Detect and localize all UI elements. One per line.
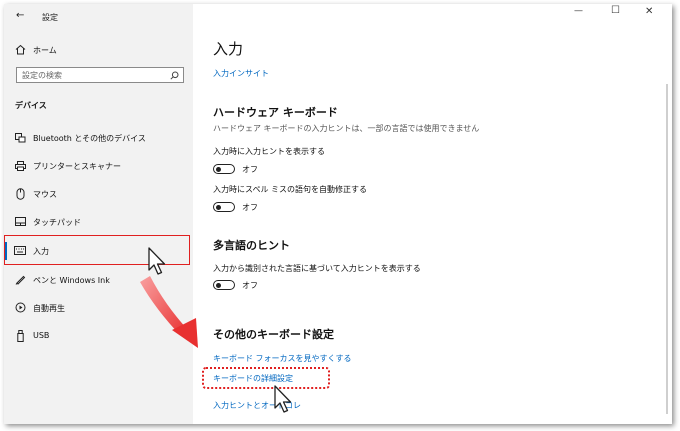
- cursor-icon: [148, 247, 166, 275]
- annotation-overlay: [140, 247, 292, 413]
- cursor-icon: [274, 385, 292, 413]
- red-arrow-icon: [140, 276, 198, 348]
